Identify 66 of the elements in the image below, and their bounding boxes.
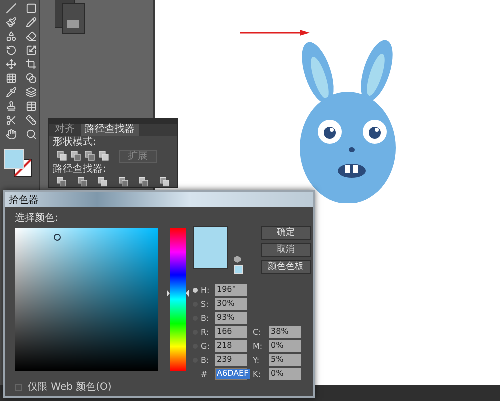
- crop-icon[interactable]: [24, 58, 38, 71]
- panel-tab[interactable]: 路径查找器: [81, 124, 139, 136]
- scissors-icon[interactable]: [4, 114, 18, 127]
- radio-button[interactable]: [193, 288, 198, 292]
- move-icon[interactable]: [4, 58, 18, 71]
- eyedropper-icon[interactable]: [4, 86, 18, 99]
- field-label: K:: [252, 368, 262, 380]
- blend-icon[interactable]: [24, 72, 38, 85]
- field-label: #: [201, 368, 209, 380]
- fill-swatch[interactable]: [4, 149, 24, 169]
- checkbox-label: 仅限 Web 颜色(O): [28, 380, 112, 394]
- color-marker[interactable]: [54, 234, 61, 241]
- dialog-button[interactable]: 取消: [261, 243, 311, 257]
- shapes-icon[interactable]: [4, 30, 18, 43]
- value-field[interactable]: 38%: [269, 326, 301, 338]
- prompt-label: 选择颜色:: [15, 213, 60, 225]
- field-label: B:: [201, 354, 210, 366]
- web-color-chip[interactable]: [234, 265, 243, 274]
- field-label: M:: [252, 340, 264, 352]
- table-icon[interactable]: [24, 100, 38, 113]
- hex-field[interactable]: A6DAEF: [215, 368, 247, 380]
- value-field[interactable]: 93%: [215, 312, 247, 324]
- line-icon[interactable]: [4, 2, 18, 15]
- search-icon[interactable]: [24, 128, 38, 141]
- field-label: G:: [201, 340, 211, 352]
- field-label: C:: [252, 326, 262, 338]
- shape-modes-label: 形状模式:: [52, 136, 98, 150]
- value-field[interactable]: 5%: [269, 354, 301, 366]
- field-label: H:: [201, 284, 211, 296]
- field-label: S:: [201, 298, 210, 310]
- checkbox[interactable]: [15, 384, 22, 390]
- arrow: [240, 30, 310, 36]
- value-field[interactable]: 30%: [215, 298, 247, 310]
- field-label: R:: [201, 326, 210, 338]
- overlapping-squares-icon[interactable]: [78, 176, 87, 187]
- value-field[interactable]: 218: [215, 340, 247, 352]
- dialog-button[interactable]: 确定: [261, 226, 311, 240]
- eraser-icon[interactable]: [24, 30, 38, 43]
- value-field[interactable]: 0%: [269, 368, 301, 380]
- overlapping-squares-icon[interactable]: [57, 176, 66, 187]
- value-field[interactable]: 0%: [269, 340, 301, 352]
- square-icon[interactable]: [24, 2, 38, 15]
- value-field[interactable]: 239: [215, 354, 247, 366]
- scale-icon[interactable]: [24, 44, 38, 57]
- panel-tab[interactable]: 对齐: [51, 124, 79, 136]
- overlapping-squares-icon[interactable]: [160, 176, 169, 187]
- layers-icon[interactable]: [24, 86, 38, 99]
- ruler-icon[interactable]: [24, 114, 38, 127]
- collapsed-panels[interactable]: [55, 0, 87, 36]
- overlapping-squares-icon[interactable]: [139, 176, 148, 187]
- value-field[interactable]: 166: [215, 326, 247, 338]
- hand-icon[interactable]: [4, 128, 18, 141]
- color-preview: [193, 226, 228, 269]
- field-label: Y:: [252, 354, 261, 366]
- dialog-button[interactable]: 颜色色板: [261, 260, 311, 274]
- value-field[interactable]: 196°: [215, 284, 247, 296]
- dialog-title: 拾色器: [9, 194, 39, 206]
- pencil-icon[interactable]: [24, 16, 38, 29]
- pathfinders-label: 路径查找器:: [52, 162, 108, 176]
- color-field[interactable]: [15, 228, 158, 371]
- overlapping-squares-icon[interactable]: [118, 176, 128, 187]
- grid-icon[interactable]: [4, 72, 18, 85]
- overlapping-squares-icon[interactable]: [98, 176, 108, 187]
- field-label: B:: [201, 312, 210, 324]
- paintbrush-icon[interactable]: [4, 16, 18, 29]
- rotate-icon[interactable]: [4, 44, 18, 57]
